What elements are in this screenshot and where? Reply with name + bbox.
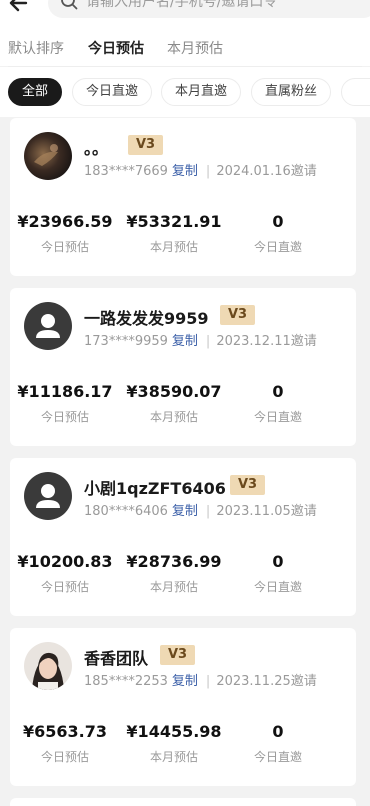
member-card[interactable]: 一路发发发9959 V3 173****9959 复制 | 2023.12.11邀请 … [10, 288, 356, 446]
month-estimate-label: 本月预估 [149, 410, 198, 424]
today-direct-value: 0 [272, 382, 284, 401]
today-direct-value: 0 [272, 722, 284, 741]
today-estimate-label: 今日预估 [40, 580, 89, 594]
search-placeholder: 请输入用户名/手机号/邀请口令 [86, 0, 278, 10]
member-meta: 173****9959 复制 | 2023.12.11邀请 [84, 334, 317, 349]
today-direct-label: 今日直邀 [253, 750, 302, 764]
tab-today-estimate[interactable]: 今日预估 [88, 38, 144, 58]
level-badge: V3 [230, 475, 266, 495]
chip-all[interactable]: 全部 [8, 78, 62, 106]
today-estimate-label: 今日预估 [40, 750, 89, 764]
month-estimate-value: ¥38590.07 [126, 382, 222, 401]
level-badge: V3 [220, 305, 256, 325]
default-user-avatar-icon [24, 302, 72, 350]
month-estimate-label: 本月预估 [149, 580, 198, 594]
today-estimate-value: ¥11186.17 [17, 382, 113, 401]
invite-date: 2023.12.11邀请 [216, 334, 317, 349]
member-card[interactable] [10, 798, 356, 806]
today-direct-value: 0 [272, 212, 284, 231]
today-estimate-value: ¥23966.59 [17, 212, 113, 231]
member-card[interactable]: 。。 V3 183****7669 复制 | 2024.01.16邀请 ¥23966.… [10, 118, 356, 276]
sort-tabs: 默认排序 今日预估 本月预估 [0, 26, 370, 66]
today-estimate-value: ¥6563.73 [22, 722, 107, 741]
search-icon [60, 0, 78, 10]
member-name: 。。 [84, 139, 109, 158]
invite-date: 2023.11.05邀请 [216, 504, 317, 519]
filter-chips: 全部 今日直邀 本月直邀 直属粉丝 [0, 67, 370, 117]
member-meta: 185****2253 复制 | 2023.11.25邀请 [84, 674, 317, 689]
member-card[interactable]: 香香团队 V3 185****2253 复制 | 2023.11.25邀请 ¥6563… [10, 628, 356, 786]
chip-month-direct[interactable]: 本月直邀 [161, 78, 241, 106]
month-estimate-value: ¥14455.98 [126, 722, 222, 741]
chip-direct-fans[interactable]: 直属粉丝 [251, 78, 331, 106]
member-name: 小剧1qzZFT6406 [84, 479, 226, 498]
member-name: 一路发发发9959 [84, 309, 209, 328]
phone-number: 183****7669 [84, 164, 168, 179]
copy-button[interactable]: 复制 [172, 504, 198, 519]
today-estimate-label: 今日预估 [40, 240, 89, 254]
member-meta: 180****6406 复制 | 2023.11.05邀请 [84, 504, 317, 519]
avatar [24, 132, 72, 180]
top-bar: 请输入用户名/手机号/邀请口令 [0, 0, 370, 26]
tab-month-estimate[interactable]: 本月预估 [167, 38, 223, 58]
month-estimate-value: ¥53321.91 [126, 212, 222, 231]
today-direct-label: 今日直邀 [253, 240, 302, 254]
today-direct-value: 0 [272, 552, 284, 571]
copy-button[interactable]: 复制 [172, 164, 198, 179]
month-estimate-label: 本月预估 [149, 750, 198, 764]
today-estimate-value: ¥10200.83 [17, 552, 113, 571]
level-badge: V3 [128, 135, 164, 155]
chip-more[interactable] [341, 78, 370, 106]
back-arrow-icon[interactable] [8, 0, 34, 16]
today-direct-label: 今日直邀 [253, 580, 302, 594]
month-estimate-value: ¥28736.99 [126, 552, 222, 571]
today-estimate-label: 今日预估 [40, 410, 89, 424]
copy-button[interactable]: 复制 [172, 674, 198, 689]
today-direct-label: 今日直邀 [253, 410, 302, 424]
member-meta: 183****7669 复制 | 2024.01.16邀请 [84, 164, 317, 179]
month-estimate-label: 本月预估 [149, 240, 198, 254]
copy-button[interactable]: 复制 [172, 334, 198, 349]
level-badge: V3 [160, 645, 196, 665]
phone-number: 185****2253 [84, 674, 168, 689]
search-input[interactable]: 请输入用户名/手机号/邀请口令 [48, 0, 370, 18]
chip-today-direct[interactable]: 今日直邀 [72, 78, 152, 106]
invite-date: 2024.01.16邀请 [216, 164, 317, 179]
app-root: 请输入用户名/手机号/邀请口令 默认排序 今日预估 本月预估 全部 今日直邀 本… [0, 0, 370, 806]
invite-date: 2023.11.25邀请 [216, 674, 317, 689]
default-user-avatar-icon [24, 472, 72, 520]
member-name: 香香团队 [84, 649, 149, 668]
member-card[interactable]: 小剧1qzZFT6406 V3 180****6406 复制 | 2023.11.05… [10, 458, 356, 616]
phone-number: 173****9959 [84, 334, 168, 349]
phone-number: 180****6406 [84, 504, 168, 519]
avatar [24, 642, 72, 690]
tab-default-sort[interactable]: 默认排序 [8, 38, 64, 58]
